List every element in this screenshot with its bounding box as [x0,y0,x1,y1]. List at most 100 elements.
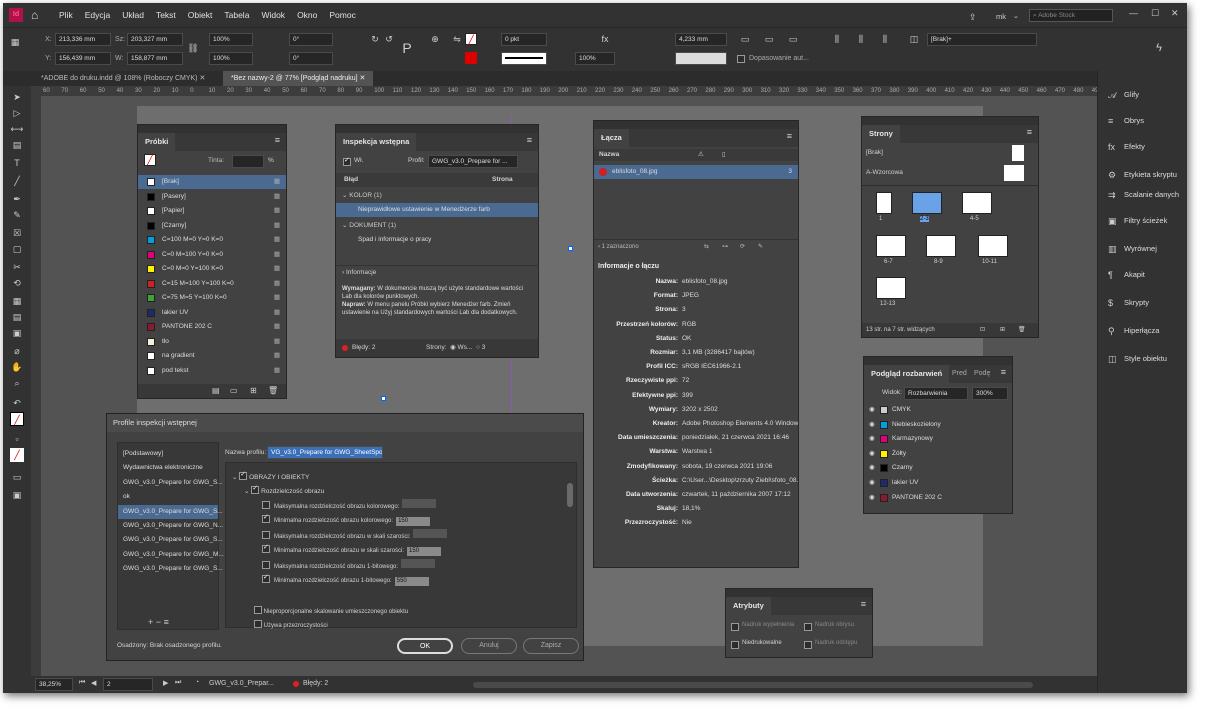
panel-menu-icon[interactable]: ≡ [1001,367,1006,377]
swatch-row[interactable]: na gradient ▦ [138,349,286,363]
ink-row[interactable]: ◉ Żółty [864,447,1012,461]
edit-original-icon[interactable]: ✎ [758,240,763,254]
dock-effects[interactable]: fx Efekty [1098,137,1187,157]
option-checkbox[interactable] [262,561,270,569]
ink-row[interactable]: ◉ lakier UV [864,476,1012,490]
overprint-gap-checkbox[interactable] [804,641,812,649]
profile-item[interactable]: Wydawnictwa elektroniczne [118,461,218,475]
relink-icon[interactable]: ⇆ [704,240,709,254]
overprint-stroke-checkbox[interactable] [804,623,812,631]
page-thumb-1[interactable] [876,192,892,214]
tab-pode[interactable]: Podę [974,370,990,377]
profile-item[interactable]: [Podstawowy] [118,447,218,461]
tint-field[interactable] [232,155,264,168]
fill-swatch-icon[interactable]: ╱ [144,154,156,166]
option-checkbox[interactable] [262,501,270,509]
page-thumb-12-13[interactable] [876,277,906,299]
hand-tool-icon[interactable]: ✋ [10,360,24,374]
view-select[interactable]: Rozbarwienia [904,387,968,400]
dock-object-styles[interactable]: ◫ Style obiektu [1098,349,1187,369]
selection-tool-icon[interactable]: ➤ [10,90,24,104]
dock-hyperlinks[interactable]: ⚲ Hiperłącza [1098,321,1187,341]
master-a[interactable]: A-Wzorcowa [862,165,1038,187]
option-nonproportional[interactable]: Nieproporcjonalne skalowanie umieszczone… [254,605,408,615]
ink-row[interactable]: ◉ PANTONE 202 C [864,491,1012,505]
page-size-icon[interactable]: ⊡ [980,323,985,337]
frame-handle[interactable] [381,396,386,401]
panel-menu-icon[interactable]: ≡ [861,599,866,609]
scale-x-field[interactable]: 100% [209,33,253,46]
panel-menu-icon[interactable]: ≡ [1027,127,1032,137]
swatch-row[interactable]: [Papier] ▦ [138,204,286,218]
swatch-row[interactable]: C=100 M=0 Y=0 K=0 ▦ [138,233,286,247]
nonprinting-checkbox[interactable] [731,641,739,649]
page-thumb-6-7[interactable] [876,235,906,257]
menu-widok[interactable]: Widok [255,10,291,20]
profile-item[interactable]: GWG_v3.0_Prepare for GWG_S... [118,533,223,547]
overprint-fill-checkbox[interactable] [731,623,739,631]
dock-scripts[interactable]: $ Skrypty [1098,293,1187,313]
auto-fit-checkbox[interactable] [737,55,745,63]
lightning-icon[interactable]: ϟ [1153,42,1165,54]
line-tool-icon[interactable]: ╱ [10,174,24,188]
preflight-on-checkbox[interactable] [343,156,351,166]
page-thumb-8-9[interactable] [926,235,956,257]
new-page-icon[interactable]: ⊞ [1000,323,1005,337]
option-checkbox[interactable] [262,543,270,553]
resolution-option[interactable]: Minimalna rozdzielczość obrazu koloroweg… [262,513,431,526]
maximize-icon[interactable]: ☐ [1151,8,1159,19]
option-checkbox[interactable] [262,573,270,583]
page-thumb-4-5[interactable] [962,192,992,214]
reference-point-icon[interactable]: ▦ [9,36,21,48]
frame-fitting-field[interactable] [675,52,727,65]
ink-row[interactable]: ◉ Karmazynowy [864,432,1012,446]
pages-panel-title[interactable]: Strony [862,125,900,143]
status-errors[interactable]: Błędy: 2 [303,680,328,687]
swatch-row[interactable]: C=0 M=100 Y=0 K=0 ▦ [138,248,286,262]
horizontal-scrollbar[interactable] [473,682,1033,688]
new-swatch-icon[interactable]: ⊞ [250,386,257,395]
option-value-field[interactable]: 150 [396,517,431,526]
width-field[interactable]: 203,327 mm [127,33,183,46]
rotate-cw-icon[interactable]: ↻ [369,33,381,45]
tab-adobe-do-druku[interactable]: *ADOBE do druku.indd @ 108% (Roboczy CMY… [33,71,213,86]
profile-item[interactable]: GWG_v3.0_Prepare for GWG_N... [118,519,223,533]
height-field[interactable]: 158,877 mm [127,52,183,65]
option-checkbox[interactable] [262,513,270,523]
gradient-feather-tool-icon[interactable]: ▤ [10,310,24,324]
ok-button[interactable]: OK [397,638,453,654]
pencil-tool-icon[interactable]: ✎ [10,208,24,222]
menu-uklad[interactable]: Układ [116,10,150,20]
chevron-down-icon[interactable]: ⌄ [1013,12,1019,20]
menu-tabela[interactable]: Tabela [218,10,255,20]
option-value-field[interactable] [413,529,448,538]
rectangle-tool-icon[interactable]: ▢ [10,242,24,256]
link-row[interactable]: eblisfoto_08.jpg 3 [594,165,798,179]
folder-icon[interactable]: ▭ [230,386,238,395]
profile-name-input[interactable]: VG_v3.0_Prepare for GWG_SheetSpot_2015 [267,446,383,459]
gradient-swatch-tool-icon[interactable]: ▦ [10,294,24,308]
panel-menu-icon[interactable]: ≡ [527,135,532,145]
flip-icon[interactable]: ⇋ [451,33,463,45]
preflight-error-item[interactable]: Nieprawidłowe ustawienie w Menedżerze fa… [336,203,538,217]
dock-paragraph[interactable]: ¶ Akapit [1098,265,1187,285]
preflight-group-color[interactable]: ⌄ KOLOR (1) [336,189,538,203]
swatch-row[interactable]: C=75 M=5 Y=100 K=0 ▦ [138,291,286,305]
preflight-profile-select[interactable]: GWG_v3.0_Prepare for ... [428,155,518,168]
links-panel-title[interactable]: Łącza [594,129,629,147]
gap-tool-icon[interactable]: ⟷ [10,122,24,136]
stroke-type-field[interactable] [501,52,547,65]
rotation-field[interactable]: 0° [289,33,333,46]
first-page-icon[interactable]: ⏮ [79,679,85,687]
minimize-icon[interactable]: — [1129,8,1138,18]
profile-item[interactable]: GWG_v3.0_Prepare for GWG_M... [118,548,224,562]
note-tool-icon[interactable]: ▣ [10,326,24,340]
eye-icon[interactable]: ◉ [869,418,875,432]
close-icon[interactable]: ✕ [1171,8,1179,19]
option-value-field[interactable] [401,559,436,568]
profile-item[interactable]: GWG_v3.0_Prepare for GWG_S... [118,476,223,490]
preflight-error-item[interactable]: Spad i informacje o pracy [336,233,538,247]
text-wrap-icon[interactable]: P [401,41,413,55]
swatch-row[interactable]: PANTONE 202 C ▦ [138,320,286,334]
scale-y-field[interactable]: 100% [209,52,253,65]
